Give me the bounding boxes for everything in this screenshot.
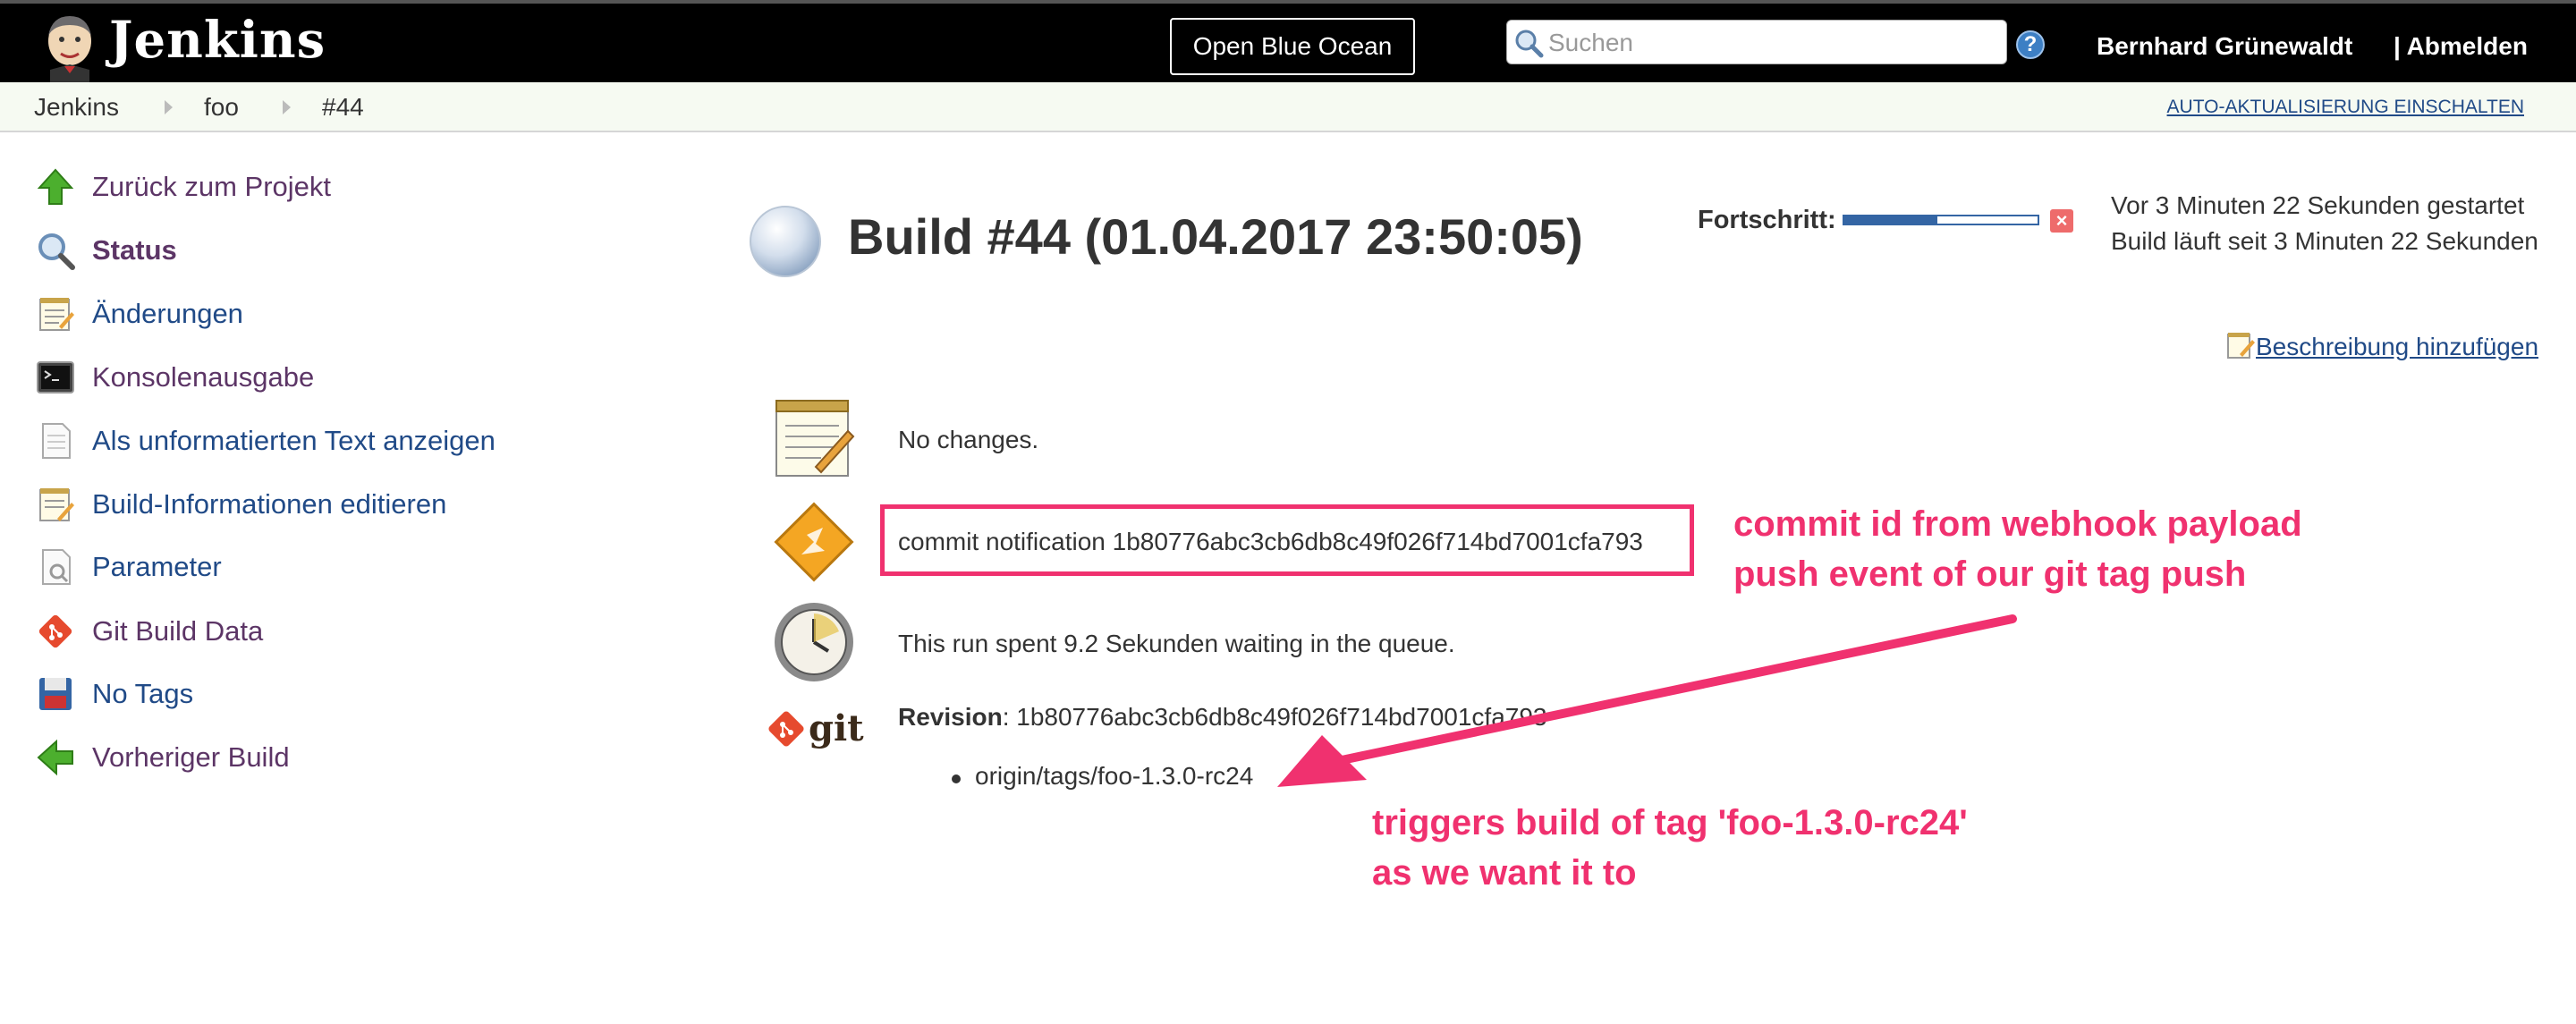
stop-build-icon[interactable]: × (2050, 209, 2073, 233)
notepad-edit-icon (2225, 329, 2256, 364)
annotation-line: triggers build of tag 'foo-1.3.0-rc24' (1372, 803, 1968, 842)
notepad-edit-icon (34, 483, 77, 526)
sidebar-item-label: Vorheriger Build (92, 741, 290, 773)
sidebar-item-console-output[interactable]: Konsolenausgabe (34, 356, 314, 399)
sidebar-item-label: Status (92, 234, 177, 266)
breadcrumb-jenkins[interactable]: Jenkins (34, 93, 119, 122)
list-bullet (952, 774, 961, 783)
no-changes-text: No changes. (898, 426, 1039, 453)
annotation-trigger: triggers build of tag 'foo-1.3.0-rc24' a… (1372, 798, 1968, 898)
top-header: Jenkins Open Blue Ocean ? Bernhard Grüne… (0, 0, 2576, 82)
add-description-label: Beschreibung hinzufügen (2256, 332, 2539, 360)
sidebar-item-edit-build-info[interactable]: Build-Informationen editieren (34, 483, 446, 526)
save-icon (34, 673, 77, 715)
auto-refresh-link[interactable]: AUTO-AKTUALISIERUNG EINSCHALTEN (2167, 97, 2524, 118)
revision-label: Revision (898, 703, 1003, 731)
breadcrumb-build[interactable]: #44 (322, 93, 364, 122)
sidebar-item-parameters[interactable]: Parameter (34, 546, 222, 588)
terminal-icon (34, 356, 77, 399)
progress-bar-fill (1844, 216, 1937, 224)
revision-line: Revision: 1b80776abc3cb6db8c49f026f714bd… (898, 703, 1546, 732)
sidebar-item-label: Build-Informationen editieren (92, 488, 447, 520)
sidebar-item-back-to-project[interactable]: Zurück zum Projekt (34, 165, 331, 208)
sidebar-item-changes[interactable]: Änderungen (34, 292, 243, 335)
annotation-line: as we want it to (1372, 853, 1637, 893)
up-arrow-icon (34, 165, 77, 208)
user-name-link[interactable]: Bernhard Grünewaldt (2097, 32, 2352, 61)
revision-value: : 1b80776abc3cb6db8c49f026f714bd7001cfa7… (1002, 703, 1547, 731)
progress-bar[interactable] (1843, 215, 2039, 225)
search-icon (1513, 27, 1545, 59)
left-arrow-icon (34, 736, 77, 779)
sidebar-item-status[interactable]: Status (34, 229, 177, 272)
sidebar-item-git-build-data[interactable]: Git Build Data (34, 610, 263, 653)
annotation-commit-id: commit id from webhook payload push even… (1733, 499, 2302, 599)
sidebar-item-plain-text[interactable]: Als unformatierten Text anzeigen (34, 419, 496, 462)
git-logo-icon: git (767, 707, 866, 760)
queue-wait-text: This run spent 9.2 Sekunden waiting in t… (898, 630, 1455, 657)
document-icon (34, 419, 77, 462)
sidebar-item-label: Zurück zum Projekt (92, 171, 332, 202)
sidebar-item-label: Als unformatierten Text anzeigen (92, 425, 496, 456)
svg-text:git: git (809, 707, 864, 749)
clock-icon (771, 599, 857, 685)
sidebar-item-previous-build[interactable]: Vorheriger Build (34, 736, 290, 779)
magnifier-icon (34, 229, 77, 272)
jenkins-logo-text[interactable]: Jenkins (109, 11, 326, 70)
commit-notification-icon (771, 499, 857, 585)
progress-label: Fortschritt: (1698, 206, 1836, 234)
annotation-line: commit id from webhook payload (1733, 504, 2302, 544)
breadcrumb-separator-icon[interactable] (165, 100, 173, 114)
jenkins-logo-icon[interactable] (34, 11, 106, 82)
sidebar-item-label: Git Build Data (92, 615, 264, 647)
build-status-ball-icon (748, 204, 823, 279)
breadcrumb-separator-icon[interactable] (283, 100, 291, 114)
open-blue-ocean-button[interactable]: Open Blue Ocean (1170, 18, 1415, 75)
search-input[interactable] (1546, 22, 1997, 63)
sidebar-item-label: Konsolenausgabe (92, 361, 315, 393)
sidebar-item-no-tags[interactable]: No Tags (34, 673, 193, 715)
notepad-icon (771, 395, 857, 481)
sidebar-item-label: No Tags (92, 678, 194, 709)
annotation-line: push event of our git tag push (1733, 554, 2247, 594)
build-running-text: Build läuft seit 3 Minuten 22 Sekunden (2111, 227, 2538, 255)
breadcrumb-foo[interactable]: foo (204, 93, 239, 122)
document-search-icon (34, 546, 77, 588)
notepad-icon (34, 292, 77, 335)
build-title: Build #44 (01.04.2017 23:50:05) (848, 208, 1583, 265)
build-started-text: Vor 3 Minuten 22 Sekunden gestartet (2111, 191, 2525, 219)
help-icon[interactable]: ? (2016, 30, 2045, 59)
add-description-link[interactable]: Beschreibung hinzufügen (2225, 329, 2538, 364)
breadcrumb: Jenkins foo #44 AUTO-AKTUALISIERUNG EINS… (0, 82, 2576, 132)
search-box (1506, 20, 2007, 64)
logout-link[interactable]: | Abmelden (2394, 32, 2528, 61)
git-icon (34, 610, 77, 653)
sidebar-item-label: Parameter (92, 551, 222, 582)
tag-list-item: origin/tags/foo-1.3.0-rc24 (975, 762, 1254, 790)
sidebar-item-label: Änderungen (92, 298, 243, 329)
commit-notification-text: commit notification 1b80776abc3cb6db8c49… (898, 528, 1643, 555)
